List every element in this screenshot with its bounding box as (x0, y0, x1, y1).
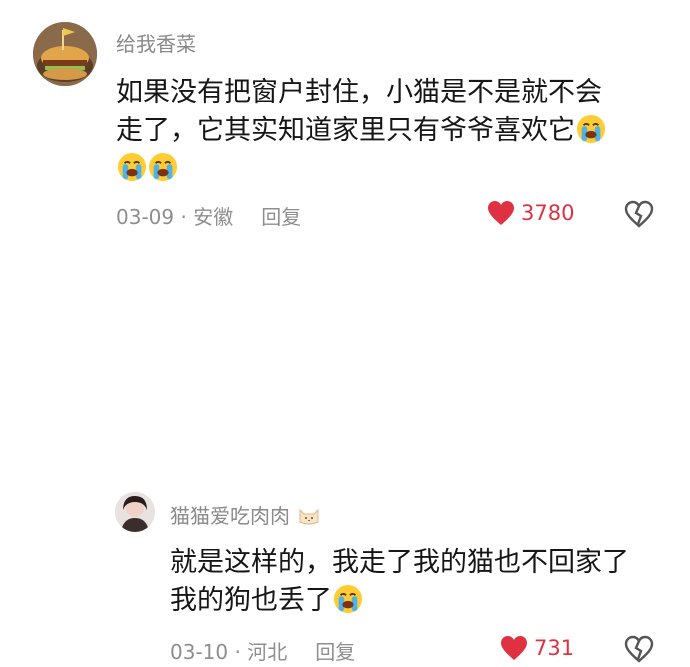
like-button[interactable]: 731 (500, 635, 574, 661)
comment-location: 安徽 (193, 205, 234, 229)
username[interactable]: 猫猫爱吃肉肉 (170, 500, 320, 529)
heart-icon (488, 201, 514, 225)
crying-emoji-icon (333, 584, 363, 614)
avatar[interactable] (33, 22, 97, 86)
burger-avatar-image (33, 22, 97, 86)
comment-location: 河北 (247, 640, 288, 664)
comment-text-line (116, 152, 178, 186)
comment-text: 我的狗也丢了 (170, 585, 332, 616)
user-photo-avatar (115, 492, 155, 532)
reply-button[interactable]: 回复 (261, 205, 301, 229)
comment-meta: 03-10 · 河北 回复 (170, 636, 355, 665)
meta-separator: · (228, 640, 248, 664)
reply-comment-item: 猫猫爱吃肉肉 就是这样的，我走了我的猫也不回家了 我的狗也丢了 03-10 · … (0, 240, 690, 664)
comment-text-line: 就是这样的，我走了我的猫也不回家了 (170, 547, 629, 578)
crying-emoji-icon (148, 152, 178, 182)
reply-button[interactable]: 回复 (315, 640, 355, 664)
comment-text-line: 我的狗也丢了 (170, 584, 363, 618)
comment-item: 给我香菜 如果没有把窗户封住，小猫是不是就不会 走了，它其实知道家里只有爷爷喜欢… (0, 0, 690, 240)
dislike-button[interactable] (624, 635, 654, 667)
username[interactable]: 给我香菜 (116, 28, 196, 57)
comment-text-line: 如果没有把窗户封住，小猫是不是就不会 (116, 77, 602, 108)
dislike-button[interactable] (624, 200, 654, 232)
comment-date: 03-09 (116, 205, 175, 229)
username-text: 猫猫爱吃肉肉 (170, 504, 290, 528)
like-count: 3780 (521, 201, 575, 225)
like-button[interactable]: 3780 (487, 200, 574, 226)
meta-separator: · (174, 205, 194, 229)
comment-text-line: 走了，它其实知道家里只有爷爷喜欢它 (116, 114, 606, 148)
crying-emoji-icon (576, 114, 606, 144)
avatar[interactable] (115, 492, 155, 532)
comment-meta: 03-09 · 安徽 回复 (116, 201, 301, 230)
like-count: 731 (534, 636, 575, 660)
comment-text: 走了，它其实知道家里只有爷爷喜欢它 (116, 115, 575, 146)
broken-heart-icon (624, 200, 654, 228)
cat-face-icon (299, 508, 319, 525)
comment-date: 03-10 (170, 640, 229, 664)
broken-heart-icon (624, 635, 654, 663)
crying-emoji-icon (117, 152, 147, 182)
heart-icon (501, 636, 527, 660)
